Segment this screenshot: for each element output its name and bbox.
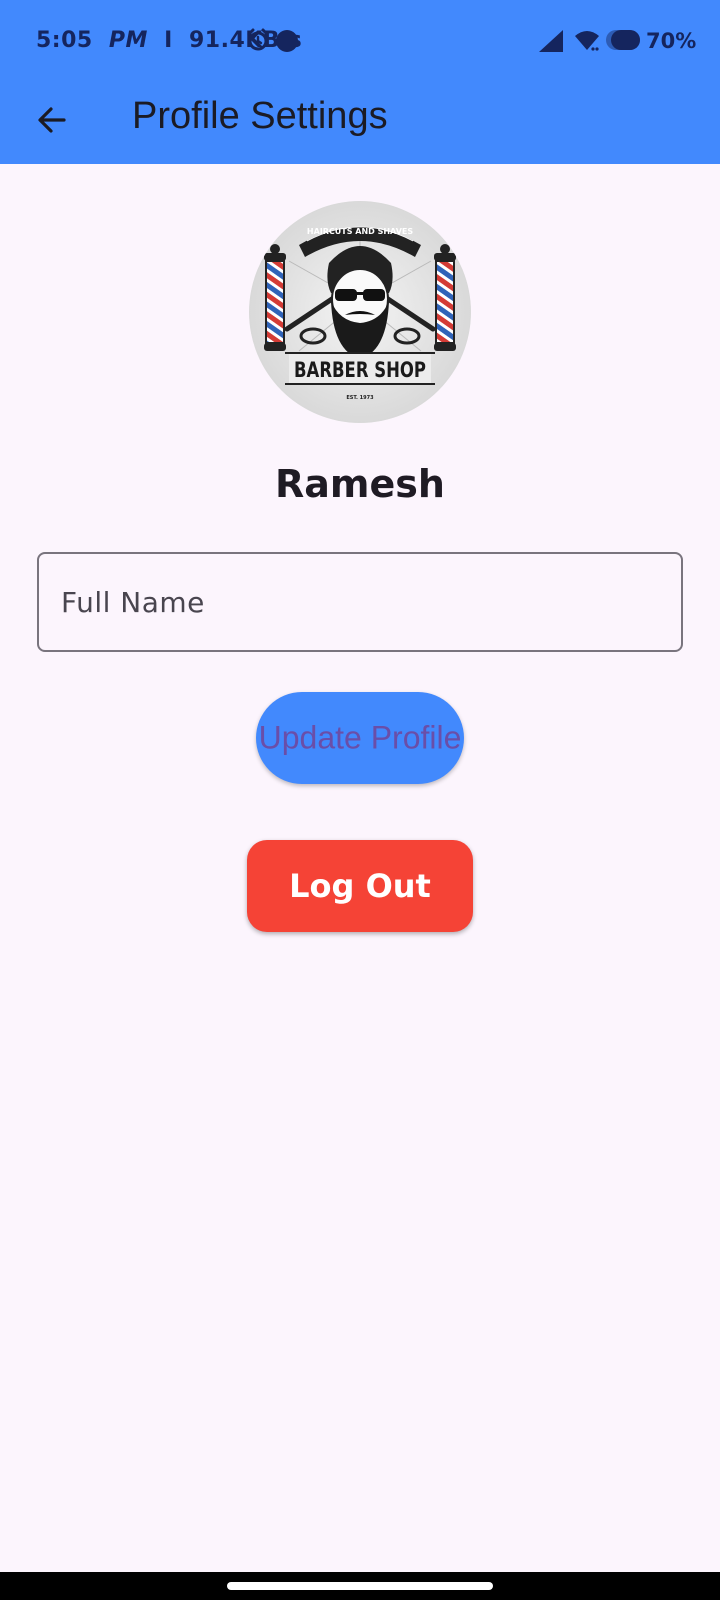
home-indicator[interactable] [227, 1582, 493, 1590]
wifi-icon [575, 31, 599, 51]
status-period: PM [108, 28, 148, 53]
back-button[interactable] [24, 92, 80, 148]
app-bar: Profile Settings [0, 84, 720, 164]
update-profile-label: Update Profile [258, 719, 462, 756]
battery-icon [606, 30, 640, 50]
status-separator: I [164, 28, 173, 53]
signal-icon [539, 30, 563, 52]
est-text: EST. 1973 [346, 395, 374, 401]
arrow-left-icon [38, 107, 66, 133]
update-profile-button[interactable]: Update Profile [256, 692, 464, 784]
alarm-icon [247, 28, 269, 51]
page-title: Profile Settings [132, 95, 388, 137]
full-name-field[interactable] [37, 552, 683, 652]
barber-shop-logo: HAIRCUTS AND SHAVES BARBER SHOP EST. 197… [249, 201, 471, 423]
status-bar: 5:05 PM I 91.4KB/s 70% [0, 0, 720, 84]
header: 5:05 PM I 91.4KB/s 70% Profile Settings [0, 0, 720, 164]
dot-icon [276, 30, 298, 52]
navigation-bar [0, 1572, 720, 1600]
battery-percent: 70% [646, 29, 697, 53]
avatar: HAIRCUTS AND SHAVES BARBER SHOP EST. 197… [249, 201, 471, 423]
logout-label: Log Out [289, 867, 431, 905]
logout-button[interactable]: Log Out [247, 840, 473, 932]
full-name-input[interactable] [39, 554, 681, 650]
user-name: Ramesh [275, 462, 445, 506]
logo-text: BARBER SHOP [294, 358, 426, 382]
status-time: 5:05 [36, 28, 93, 53]
banner-text: HAIRCUTS AND SHAVES [307, 227, 413, 236]
